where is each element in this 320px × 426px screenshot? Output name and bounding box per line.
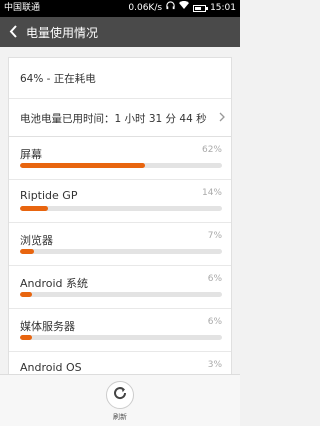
refresh-label: 刷新 xyxy=(113,413,127,421)
usage-time-row[interactable]: 电池电量已用时间：1 小时 31 分 44 秒 xyxy=(9,98,231,138)
app-usage-item[interactable]: 浏览器 7% xyxy=(9,223,231,266)
app-usage-item[interactable]: Riptide GP 14% xyxy=(9,180,231,223)
app-usage-item[interactable]: Android OS 3% xyxy=(9,352,231,374)
carrier-label: 中国联通 xyxy=(4,3,41,13)
app-usage-item[interactable]: Android 系统 6% xyxy=(9,266,231,309)
chevron-left-icon xyxy=(9,23,18,42)
status-bar: 中国联通 0.06K/s 15:01 xyxy=(0,0,240,17)
usage-bar-fill xyxy=(20,249,35,254)
page-title: 电量使用情况 xyxy=(26,25,99,40)
app-percent: 6% xyxy=(207,317,222,327)
app-usage-card: 屏幕 62% Riptide GP 14% 浏览器 7% Android 系统 … xyxy=(8,137,232,374)
usage-bar xyxy=(20,163,222,168)
app-name: Android OS xyxy=(20,361,82,374)
title-bar: 电量使用情况 xyxy=(0,17,240,47)
app-percent: 62% xyxy=(201,145,222,155)
app-usage-item[interactable]: 屏幕 62% xyxy=(9,137,231,180)
battery-icon xyxy=(193,5,209,12)
chevron-right-icon xyxy=(219,112,225,125)
usage-bar xyxy=(20,249,222,254)
app-name: 浏览器 xyxy=(20,234,53,247)
battery-status-row: 64% - 正在耗电 xyxy=(9,58,231,98)
app-percent: 7% xyxy=(207,231,222,241)
bottom-action-bar: 刷新 xyxy=(0,374,240,426)
app-name: Riptide GP xyxy=(20,189,78,202)
app-percent: 3% xyxy=(207,360,222,370)
battery-status-text: 64% - 正在耗电 xyxy=(20,72,96,85)
usage-bar-fill xyxy=(20,206,49,211)
headset-icon xyxy=(166,0,175,17)
network-speed: 0.06K/s xyxy=(128,3,163,13)
clock: 15:01 xyxy=(210,3,236,13)
usage-bar xyxy=(20,292,222,297)
refresh-icon xyxy=(112,385,128,405)
app-name: 屏幕 xyxy=(20,148,42,161)
usage-bar xyxy=(20,206,222,211)
summary-card: 64% - 正在耗电 电池电量已用时间：1 小时 31 分 44 秒 xyxy=(8,57,232,137)
usage-bar-fill xyxy=(20,292,33,297)
wifi-icon xyxy=(179,0,190,17)
app-name: 媒体服务器 xyxy=(20,320,75,333)
usage-bar xyxy=(20,335,222,340)
app-percent: 14% xyxy=(201,188,222,198)
app-name: Android 系统 xyxy=(20,277,89,290)
usage-bar-fill xyxy=(20,335,33,340)
battery-usage-list[interactable]: 64% - 正在耗电 电池电量已用时间：1 小时 31 分 44 秒 屏幕 62… xyxy=(0,47,240,374)
usage-bar-fill xyxy=(20,163,146,168)
usage-time-text: 电池电量已用时间：1 小时 31 分 44 秒 xyxy=(20,113,207,125)
app-usage-item[interactable]: 媒体服务器 6% xyxy=(9,309,231,352)
back-button[interactable] xyxy=(0,17,26,47)
app-percent: 6% xyxy=(207,274,222,284)
refresh-button[interactable] xyxy=(106,381,134,409)
